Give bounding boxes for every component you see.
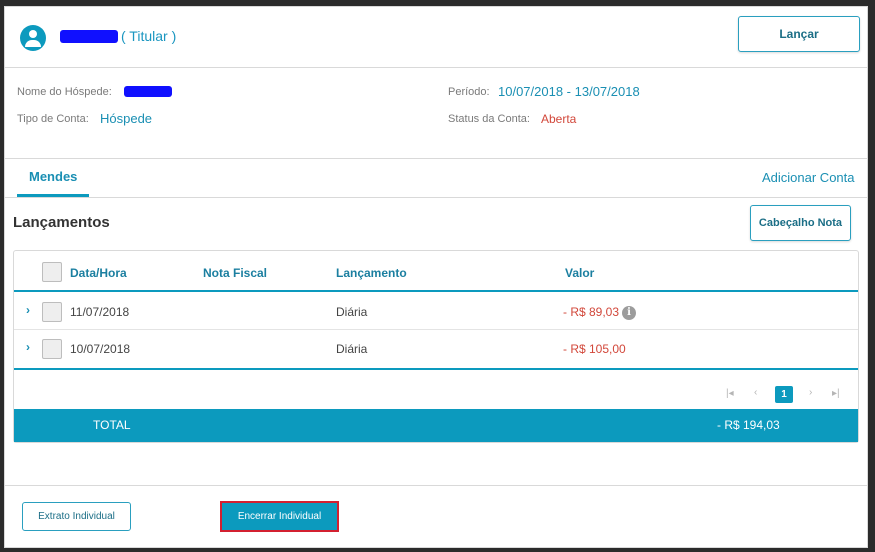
current-page-button[interactable]: 1	[775, 386, 793, 403]
section-title: Lançamentos	[13, 214, 110, 231]
row-valor: - R$ 105,00	[563, 342, 626, 356]
redacted-guest-name	[124, 86, 172, 97]
row-valor: - R$ 89,03	[563, 305, 620, 319]
row-date: 11/07/2018	[70, 305, 130, 319]
total-bar: TOTAL - R$ 194,03	[14, 409, 858, 442]
tab-mendes[interactable]: Mendes	[29, 169, 77, 184]
expand-row-chevron-icon[interactable]: ›	[26, 303, 30, 317]
add-account-link[interactable]: Adicionar Conta	[762, 170, 855, 185]
row-date: 10/07/2018	[70, 342, 131, 356]
account-status-value: Aberta	[541, 112, 577, 126]
divider	[5, 485, 867, 486]
period-value: 10/07/2018 - 13/07/2018	[498, 84, 640, 99]
row-lancamento: Diária	[336, 342, 368, 356]
select-all-checkbox[interactable]	[42, 262, 62, 282]
lancar-button[interactable]: Lançar	[738, 16, 860, 52]
total-value: - R$ 194,03	[717, 418, 780, 432]
column-header-valor[interactable]: Valor	[565, 266, 594, 280]
account-type-value: Hóspede	[100, 111, 153, 126]
header-divider	[14, 290, 858, 292]
user-circle-icon	[20, 25, 46, 51]
account-panel: ( Titular ) Lançar Nome do Hóspede: Tipo…	[4, 6, 868, 548]
row-lancamento: Diária	[336, 305, 368, 319]
guest-name-label: Nome do Hóspede:	[17, 86, 112, 98]
row-divider	[14, 329, 858, 330]
last-page-icon[interactable]: ▸|	[832, 388, 840, 399]
next-page-icon[interactable]: ›	[809, 387, 812, 398]
account-type-label: Tipo de Conta:	[17, 113, 89, 125]
redacted-holder-name	[60, 30, 118, 43]
lancamentos-table: Data/Hora Nota Fiscal Lançamento Valor ›…	[13, 250, 859, 443]
expand-row-chevron-icon[interactable]: ›	[26, 340, 30, 354]
row-checkbox[interactable]	[42, 302, 62, 322]
divider	[5, 158, 867, 159]
table-footer-divider	[14, 368, 858, 370]
period-label: Período:	[448, 86, 490, 98]
encerrar-individual-button[interactable]: Encerrar Individual	[220, 501, 339, 532]
divider	[5, 197, 867, 198]
cabecalho-nota-button[interactable]: Cabeçalho Nota	[750, 205, 851, 241]
info-icon[interactable]: i	[622, 306, 636, 320]
extrato-individual-button[interactable]: Extrato Individual	[22, 502, 131, 531]
row-checkbox[interactable]	[42, 339, 62, 359]
account-status-label: Status da Conta:	[448, 113, 530, 125]
holder-role-label: ( Titular )	[121, 28, 177, 44]
account-header: ( Titular ) Lançar	[5, 7, 867, 68]
total-label: TOTAL	[93, 418, 131, 432]
column-header-lancamento[interactable]: Lançamento	[336, 266, 407, 280]
first-page-icon[interactable]: |◂	[726, 388, 734, 399]
column-header-data[interactable]: Data/Hora	[70, 266, 127, 280]
prev-page-icon[interactable]: ‹	[754, 387, 757, 398]
column-header-nota[interactable]: Nota Fiscal	[203, 266, 267, 280]
